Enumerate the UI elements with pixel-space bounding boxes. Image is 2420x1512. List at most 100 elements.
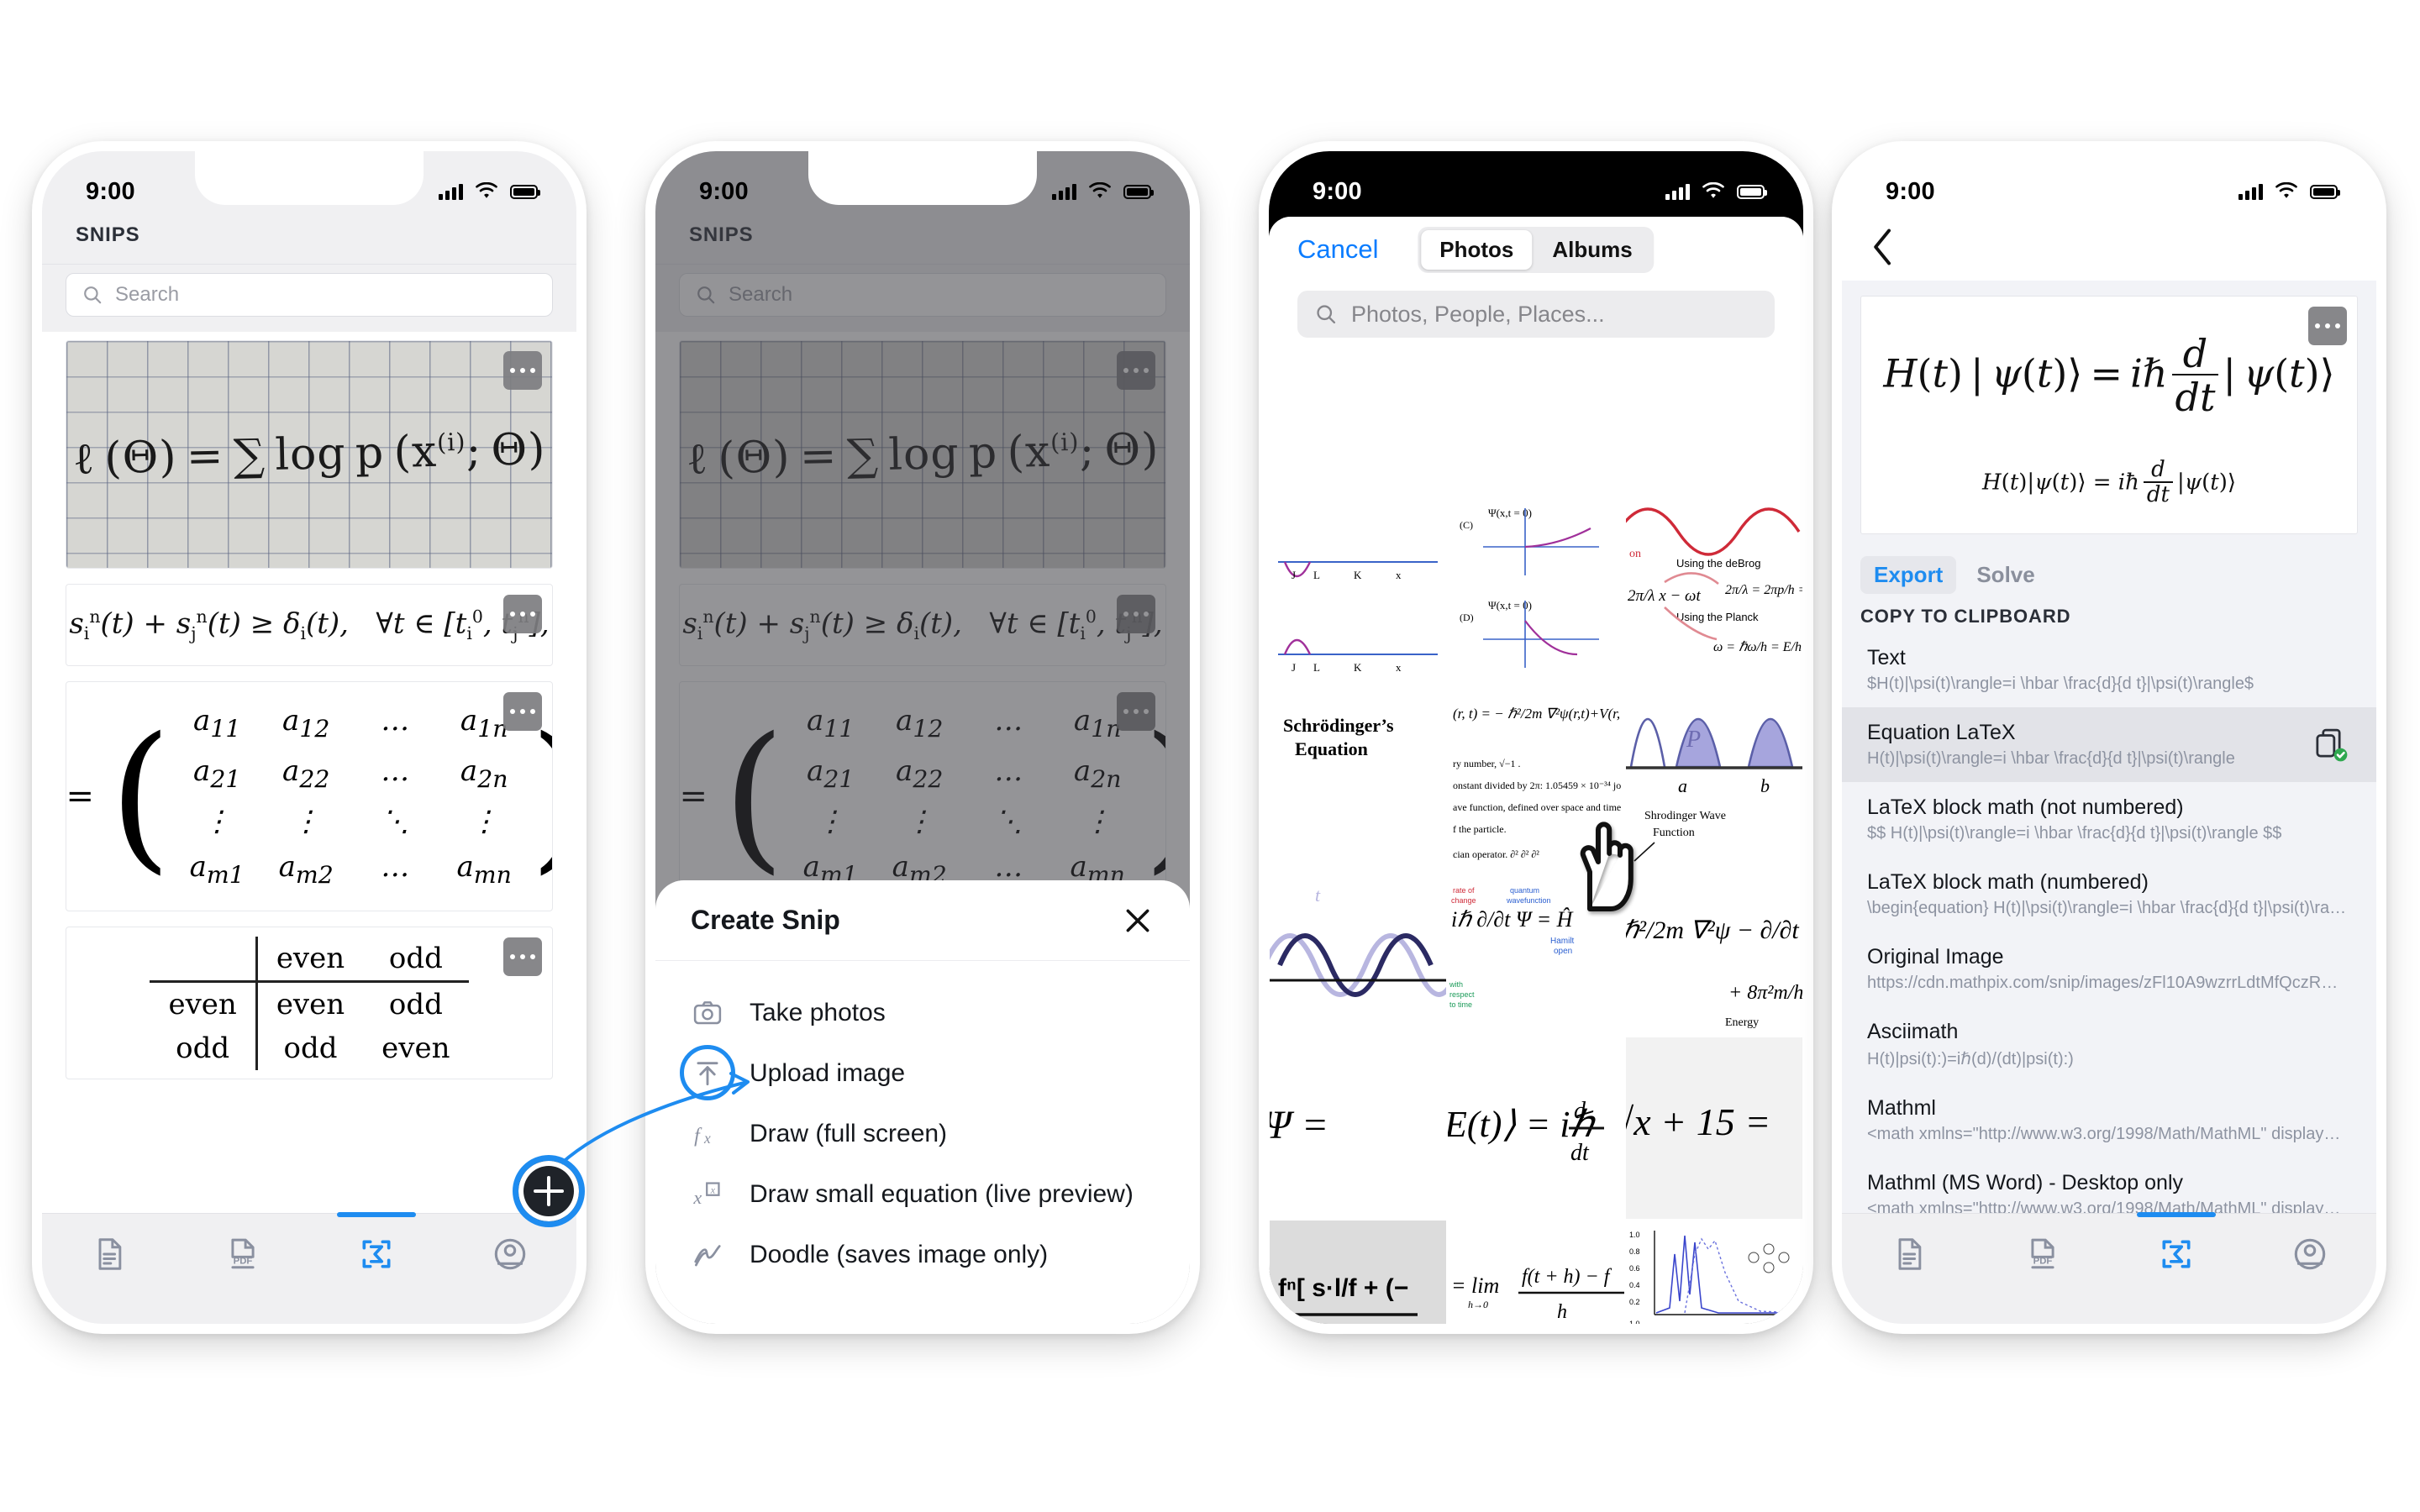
battery-icon <box>1737 184 1767 199</box>
sheet-items[interactable]: Take photos Upload image f x Draw (full … <box>655 961 1190 1285</box>
photo-item[interactable]: Schrödinger’s Equation <box>1269 685 1447 872</box>
tab-pdf[interactable]: PDF <box>1975 1214 2109 1273</box>
detail-tabs[interactable]: Export Solve <box>1860 556 2358 595</box>
export-row-value: \begin{equation} H(t)|\psi(t)\rangle=i \… <box>1867 899 2348 918</box>
bottom-tab-bar[interactable]: PDF <box>1842 1212 2376 1324</box>
export-row-name: Text <box>1867 646 1906 670</box>
export-row-name: Asciimath <box>1867 1020 1959 1044</box>
svg-text:0.2: 0.2 <box>1629 1298 1640 1306</box>
close-icon[interactable] <box>1121 904 1155 937</box>
snip-thumbnail: even odd even even odd odd odd even <box>66 927 552 1079</box>
photo-item[interactable]: = lim h→0 f(t + h) − f h CONH₂ <box>1447 1220 1625 1324</box>
sheet-item-doodle[interactable]: Doodle (saves image only) <box>691 1225 1155 1285</box>
create-snip-fab[interactable] <box>513 1155 585 1227</box>
snips-list[interactable]: ℓ (Θ) = ∑ log p (x(i); Θ) sin(t) + sjn(t… <box>42 332 576 1155</box>
copy-icon[interactable] <box>2314 728 2348 762</box>
document-icon <box>98 1238 121 1270</box>
notch <box>1422 151 1650 205</box>
snip-overflow-icon[interactable] <box>503 351 542 390</box>
svg-text:L: L <box>1313 661 1320 674</box>
status-clock: 9:00 <box>1313 177 1362 205</box>
export-row-latex-block-numbered[interactable]: LaTeX block math (numbered) \begin{equat… <box>1860 857 2358 932</box>
snip-overflow-icon[interactable] <box>503 937 542 976</box>
tab-export[interactable]: Export <box>1860 556 1957 595</box>
svg-text:(D): (D) <box>1460 612 1474 623</box>
photo-item[interactable]: t <box>1269 872 1447 1037</box>
svg-text:2π/λ x − ωt: 2π/λ x − ωt <box>1628 587 1701 605</box>
svg-text:ℏ²/2m ∇²ψ − ∂/∂t Ψ = Ĥ: ℏ²/2m ∇²ψ − ∂/∂t Ψ = Ĥ <box>1626 916 1803 944</box>
picker-segmented-control[interactable]: Photos Albums <box>1418 226 1655 273</box>
wifi-icon <box>1089 182 1111 198</box>
export-row-mathml[interactable]: Mathml <math xmlns="http://www.w3.org/19… <box>1860 1083 2358 1158</box>
svg-text:change: change <box>1451 896 1476 905</box>
photo-item[interactable]: P a b Shrodinger Wave Function <box>1625 685 1803 872</box>
photo-item[interactable]: (C) Ψ(x,t = 0) (D) Ψ(x,t = 0) <box>1447 494 1625 685</box>
sheet-header: Create Snip <box>655 880 1190 961</box>
svg-text:PDF: PDF <box>233 1257 252 1267</box>
search-placeholder: Search <box>115 283 180 306</box>
export-row-text[interactable]: Text $H(t)|\psi(t)\rangle=i \hbar \frac{… <box>1860 633 2358 707</box>
svg-text:with: with <box>1449 980 1463 989</box>
photo-item[interactable]: E(t)⟩ = iℏ d dt <box>1447 1037 1625 1220</box>
photo-grid[interactable]: J L K x J L K x (C) Ψ(x,t = 0) (D) Ψ(x,t… <box>1269 494 1803 1324</box>
svg-text:respect: respect <box>1449 990 1475 999</box>
export-row-latex-block-not-numbered[interactable]: LaTeX block math (not numbered) $$ H(t)|… <box>1860 782 2358 857</box>
svg-text:1.0: 1.0 <box>1629 1231 1640 1239</box>
svg-text:a: a <box>1678 775 1687 796</box>
snip-overflow-icon[interactable] <box>503 595 542 633</box>
snip-card-handwritten[interactable]: ℓ (Θ) = ∑ log p (x(i); Θ) <box>66 340 553 569</box>
svg-text:fⁿ[ s·l/f + (−: fⁿ[ s·l/f + (− <box>1278 1274 1408 1302</box>
photo-item[interactable]: fⁿ[ s·l/f + (− 20 C₂H₅ C₂H₅ <box>1269 1220 1447 1324</box>
tab-documents[interactable] <box>1842 1214 1975 1273</box>
phone-4-screen: 9:00 H(t) | ψ(t)⟩ = iℏ d dt | ψ(t)⟩ H(t)… <box>1842 151 2376 1324</box>
back-chevron-icon[interactable] <box>1870 228 1896 266</box>
sheet-item-label: Upload image <box>750 1059 906 1087</box>
phone-1-screen: 9:00 SNIPS Search ℓ (Θ) = ∑ log p (x(i);… <box>42 151 576 1324</box>
svg-text:x: x <box>692 1187 702 1208</box>
photo-item[interactable]: √x + 15 = <box>1625 1037 1803 1220</box>
svg-text:Using the Planck: Using the Planck <box>1676 611 1759 623</box>
tab-snips[interactable] <box>2109 1212 2243 1273</box>
photo-item[interactable]: on Using the deBrog 2π/λ x − ωt 2π/λ = 2… <box>1625 494 1803 685</box>
snip-card-table[interactable]: even odd even even odd odd odd even <box>66 927 553 1079</box>
snip-card-equation[interactable]: sin(t) + sjn(t) ≥ δi(t), ∀t ∈ [ti0, tjn]… <box>66 584 553 666</box>
tab-solve[interactable]: Solve <box>1963 556 2048 594</box>
svg-text:0.6: 0.6 <box>1629 1264 1640 1273</box>
svg-text:x: x <box>703 1130 711 1147</box>
tab-snips[interactable] <box>309 1212 443 1273</box>
equation-preview-card: H(t) | ψ(t)⟩ = iℏ d dt | ψ(t)⟩ H(t)|ψ(t)⟩ =… <box>1860 296 2358 535</box>
tab-documents[interactable] <box>42 1214 176 1273</box>
cancel-button[interactable]: Cancel <box>1297 234 1379 265</box>
svg-text:(C): (C) <box>1460 519 1473 531</box>
search-input[interactable]: Search <box>66 273 553 317</box>
photo-item[interactable]: J L K x J L K x <box>1269 494 1447 685</box>
svg-text:K: K <box>1354 661 1362 674</box>
segment-photos[interactable]: Photos <box>1421 229 1533 270</box>
photo-item[interactable]: ℏ²/2m ∇²ψ − ∂/∂t Ψ = Ĥ + 8π²m/h² (E − V … <box>1625 872 1803 1037</box>
photo-item[interactable]: 1.0 0.8 0.6 0.4 0.2 1.0 <box>1625 1220 1803 1324</box>
snip-overflow-icon[interactable] <box>503 692 542 731</box>
sheet-item-take-photos[interactable]: Take photos <box>691 983 1155 1043</box>
export-row-asciimath[interactable]: Asciimath H(t)|psi(t):)=iℏ(d)/(dt)|psi(t… <box>1860 1006 2358 1083</box>
tab-account[interactable] <box>2243 1214 2376 1273</box>
snip-overflow-icon[interactable] <box>2308 307 2347 345</box>
tab-pdf[interactable]: PDF <box>176 1214 309 1273</box>
fx-icon: f x <box>691 1117 724 1151</box>
snip-card-matrix[interactable]: A= ( a11a12…a1n a21a22…a2n ⋮⋮⋱⋮ am1am2…a… <box>66 681 553 911</box>
sheet-item-upload-image[interactable]: Upload image <box>680 1043 1155 1104</box>
picker-search-input[interactable]: Photos, People, Places... <box>1297 291 1775 338</box>
sheet-item-label: Take photos <box>750 999 886 1026</box>
svg-text:K: K <box>1354 569 1362 581</box>
sheet-item-draw-full-screen[interactable]: f x Draw (full screen) <box>691 1104 1155 1164</box>
export-row-original-image[interactable]: Original Image https://cdn.mathpix.com/s… <box>1860 932 2358 1006</box>
export-row-value: H(t)|\psi(t)\rangle=i \hbar \frac{d}{d t… <box>1867 749 2235 769</box>
export-row-equation-latex[interactable]: Equation LaTeX H(t)|\psi(t)\rangle=i \hb… <box>1842 707 2376 783</box>
bottom-tab-bar[interactable]: PDF <box>42 1212 576 1324</box>
section-title: COPY TO CLIPBOARD <box>1860 606 2071 627</box>
sheet-item-label: Doodle (saves image only) <box>750 1241 1049 1268</box>
segment-albums[interactable]: Albums <box>1534 230 1650 270</box>
export-rows[interactable]: Text $H(t)|\psi(t)\rangle=i \hbar \frac{… <box>1842 633 2376 1232</box>
svg-text:Energy: Energy <box>1725 1016 1759 1029</box>
photo-item[interactable]: Ψ = <box>1269 1037 1447 1220</box>
sheet-item-draw-small-equation[interactable]: x x Draw small equation (live preview) <box>691 1164 1155 1225</box>
